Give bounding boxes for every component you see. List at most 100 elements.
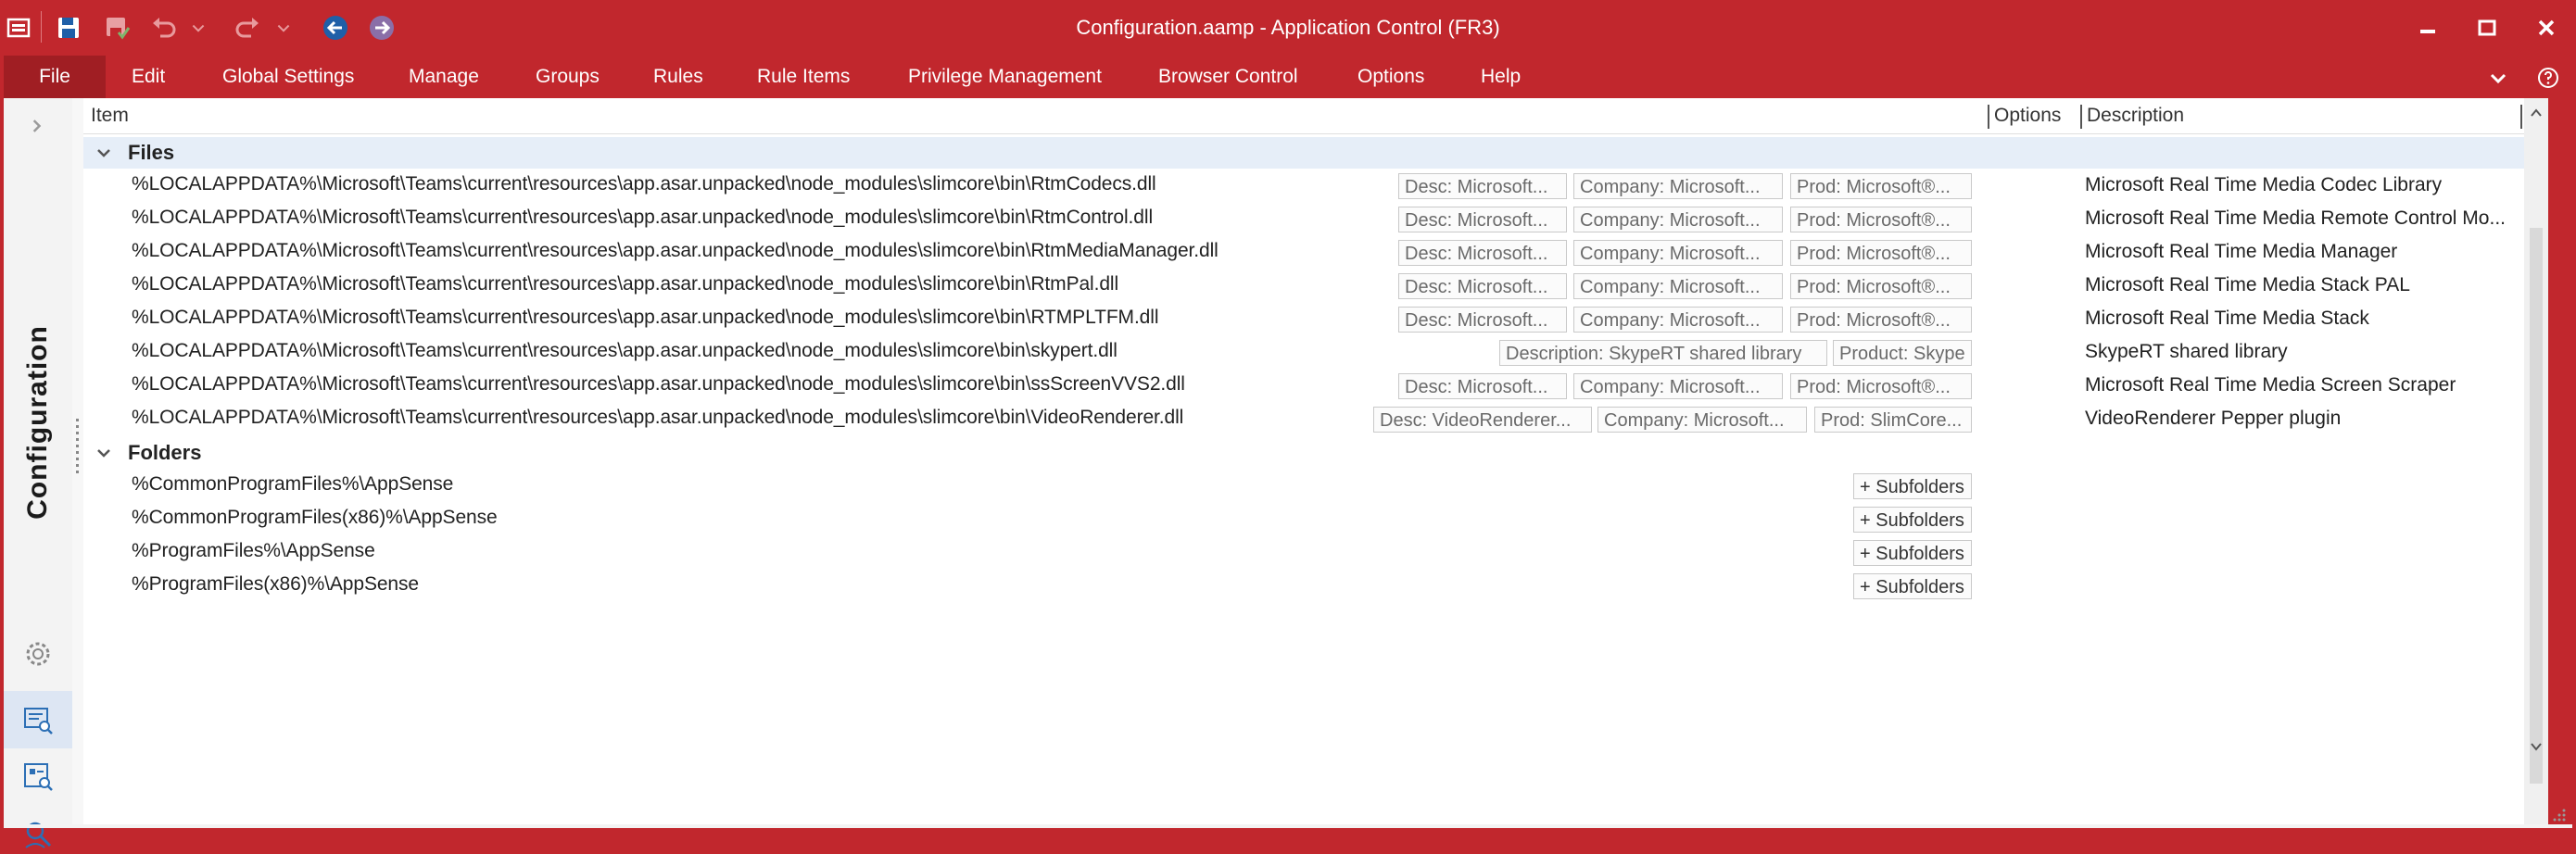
menu-groups[interactable]: Groups bbox=[536, 56, 600, 98]
table-row[interactable]: %CommonProgramFiles(x86)%\AppSense + Sub… bbox=[83, 502, 2524, 535]
table-row[interactable]: %LOCALAPPDATA%\Microsoft\Teams\current\r… bbox=[83, 335, 2524, 369]
menu-browser-control[interactable]: Browser Control bbox=[1158, 56, 1298, 98]
resize-grip-icon[interactable] bbox=[2550, 806, 2567, 823]
item-path: %LOCALAPPDATA%\Microsoft\Teams\current\r… bbox=[132, 307, 1159, 328]
menu-edit[interactable]: Edit bbox=[132, 56, 165, 98]
group-row-files[interactable]: Files bbox=[83, 137, 2524, 169]
items-grid: Item Options Description Files %LOCALAPP… bbox=[83, 98, 2548, 824]
option-tag: Desc: Microsoft... bbox=[1398, 240, 1567, 266]
option-tag: Desc: VideoRenderer... bbox=[1373, 407, 1592, 433]
item-description: Microsoft Real Time Media Manager bbox=[2085, 241, 2398, 262]
table-row[interactable]: %LOCALAPPDATA%\Microsoft\Teams\current\r… bbox=[83, 369, 2524, 402]
option-tag: Company: Microsoft... bbox=[1573, 373, 1783, 399]
item-description: Microsoft Real Time Media Screen Scraper bbox=[2085, 374, 2456, 396]
redo-dropdown-icon[interactable] bbox=[274, 11, 293, 44]
column-header-options[interactable]: Options bbox=[1994, 98, 2061, 133]
table-row[interactable]: %ProgramFiles%\AppSense + Subfolders bbox=[83, 535, 2524, 569]
column-header-item[interactable]: Item bbox=[91, 98, 129, 133]
option-tag: Prod: Microsoft®... bbox=[1790, 240, 1972, 266]
menu-privilege-management[interactable]: Privilege Management bbox=[908, 56, 1102, 98]
group-label: Files bbox=[128, 141, 175, 164]
table-row[interactable]: %LOCALAPPDATA%\Microsoft\Teams\current\r… bbox=[83, 202, 2524, 235]
ribbon-collapse-icon[interactable] bbox=[2483, 63, 2513, 93]
table-row[interactable]: %LOCALAPPDATA%\Microsoft\Teams\current\r… bbox=[83, 269, 2524, 302]
item-path: %LOCALAPPDATA%\Microsoft\Teams\current\r… bbox=[132, 407, 1184, 428]
option-tag: Prod: Microsoft®... bbox=[1790, 207, 1972, 232]
column-separator[interactable] bbox=[1988, 105, 1989, 129]
chevron-down-icon[interactable] bbox=[95, 444, 113, 462]
option-tag: Desc: Microsoft... bbox=[1398, 273, 1567, 299]
help-icon[interactable] bbox=[2533, 63, 2563, 93]
configuration-label: Configuration bbox=[22, 325, 53, 520]
option-tag: Desc: Microsoft... bbox=[1398, 307, 1567, 333]
forward-icon[interactable] bbox=[365, 11, 398, 44]
option-tag: Desc: Microsoft... bbox=[1398, 173, 1567, 199]
title-bar: Configuration.aamp - Application Control… bbox=[0, 0, 2576, 56]
option-tag: Desc: Microsoft... bbox=[1398, 207, 1567, 232]
expand-icon[interactable] bbox=[22, 111, 52, 141]
search-view-icon[interactable] bbox=[19, 817, 57, 854]
table-row[interactable]: %LOCALAPPDATA%\Microsoft\Teams\current\r… bbox=[83, 169, 2524, 202]
item-path: %LOCALAPPDATA%\Microsoft\Teams\current\r… bbox=[132, 273, 1119, 295]
side-panel: Configuration bbox=[4, 98, 73, 848]
settings-gear-icon[interactable] bbox=[19, 635, 57, 672]
redo-icon[interactable] bbox=[232, 11, 265, 44]
group-row-folders[interactable]: Folders bbox=[83, 437, 2524, 469]
menu-rule-items[interactable]: Rule Items bbox=[757, 56, 850, 98]
item-path: %CommonProgramFiles(x86)%\AppSense bbox=[132, 507, 498, 528]
table-row[interactable]: %CommonProgramFiles%\AppSense + Subfolde… bbox=[83, 469, 2524, 502]
menu-manage[interactable]: Manage bbox=[409, 56, 479, 98]
table-row[interactable]: %LOCALAPPDATA%\Microsoft\Teams\current\r… bbox=[83, 235, 2524, 269]
item-description: SkypeRT shared library bbox=[2085, 341, 2288, 362]
column-separator[interactable] bbox=[2080, 105, 2082, 129]
scroll-up-icon[interactable] bbox=[2529, 106, 2544, 120]
item-path: %LOCALAPPDATA%\Microsoft\Teams\current\r… bbox=[132, 240, 1219, 261]
scrollbar-thumb[interactable] bbox=[2530, 228, 2543, 784]
item-path: %LOCALAPPDATA%\Microsoft\Teams\current\r… bbox=[132, 207, 1154, 228]
menu-file[interactable]: File bbox=[4, 56, 106, 98]
rules-view-icon[interactable] bbox=[19, 758, 57, 795]
column-separator[interactable] bbox=[2520, 105, 2522, 129]
group-label: Folders bbox=[128, 441, 202, 464]
item-description: Microsoft Real Time Media Codec Library bbox=[2085, 174, 2443, 195]
menu-options[interactable]: Options bbox=[1357, 56, 1424, 98]
status-strip bbox=[4, 824, 2572, 828]
menu-rules[interactable]: Rules bbox=[653, 56, 703, 98]
table-row[interactable]: %ProgramFiles(x86)%\AppSense + Subfolder… bbox=[83, 569, 2524, 602]
option-tag: Company: Microsoft... bbox=[1573, 273, 1783, 299]
save-and-deploy-icon[interactable] bbox=[100, 11, 133, 44]
option-tag: Prod: Microsoft®... bbox=[1790, 373, 1972, 399]
option-tag: Company: Microsoft... bbox=[1573, 307, 1783, 333]
back-icon[interactable] bbox=[319, 11, 352, 44]
minimize-button[interactable] bbox=[2398, 0, 2457, 56]
maximize-button[interactable] bbox=[2457, 0, 2517, 56]
item-path: %ProgramFiles(x86)%\AppSense bbox=[132, 573, 419, 595]
item-path: %CommonProgramFiles%\AppSense bbox=[132, 473, 454, 495]
application-window: Configuration.aamp - Application Control… bbox=[0, 0, 2576, 848]
undo-dropdown-icon[interactable] bbox=[189, 11, 208, 44]
close-button[interactable] bbox=[2517, 0, 2576, 56]
item-path: %LOCALAPPDATA%\Microsoft\Teams\current\r… bbox=[132, 340, 1118, 361]
app-menu-icon[interactable] bbox=[2, 11, 35, 44]
scroll-down-icon[interactable] bbox=[2529, 739, 2544, 754]
table-row[interactable]: %LOCALAPPDATA%\Microsoft\Teams\current\r… bbox=[83, 302, 2524, 335]
chevron-down-icon[interactable] bbox=[95, 144, 113, 162]
vertical-scrollbar[interactable] bbox=[2524, 98, 2548, 824]
option-tag: Company: Microsoft... bbox=[1573, 207, 1783, 232]
toolbar-separator bbox=[41, 11, 42, 43]
column-header-description[interactable]: Description bbox=[2087, 98, 2184, 133]
configuration-view-icon[interactable] bbox=[19, 701, 57, 738]
table-row[interactable]: %LOCALAPPDATA%\Microsoft\Teams\current\r… bbox=[83, 402, 2524, 435]
undo-icon[interactable] bbox=[146, 11, 180, 44]
option-tag: Prod: SlimCore... bbox=[1814, 407, 1972, 433]
splitter-grip[interactable] bbox=[76, 419, 79, 474]
panel-splitter[interactable] bbox=[72, 98, 83, 824]
option-tag: Company: Microsoft... bbox=[1573, 240, 1783, 266]
item-description: VideoRenderer Pepper plugin bbox=[2085, 408, 2342, 429]
menu-help[interactable]: Help bbox=[1481, 56, 1521, 98]
subfolders-tag: + Subfolders bbox=[1853, 507, 1972, 533]
menu-global-settings[interactable]: Global Settings bbox=[222, 56, 354, 98]
side-panel-title: Configuration bbox=[4, 283, 72, 561]
save-icon[interactable] bbox=[52, 11, 85, 44]
option-tag: Description: SkypeRT shared library bbox=[1499, 340, 1827, 366]
